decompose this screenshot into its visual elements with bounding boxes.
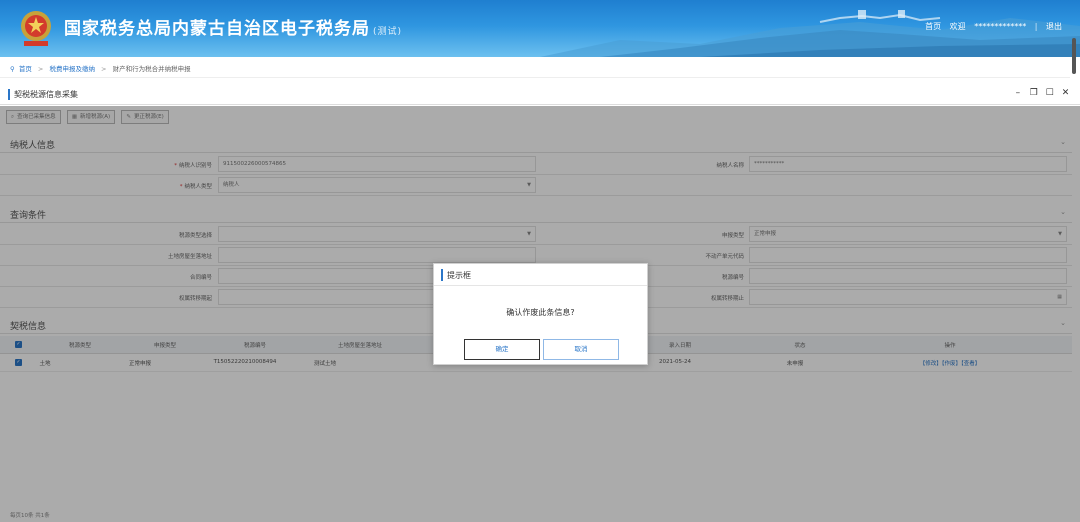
site-title-text: 国家税务总局内蒙古自治区电子税务局 [64, 19, 370, 39]
logout-link[interactable]: 退出 [1046, 22, 1062, 31]
welcome-text: 欢迎 [949, 22, 966, 31]
window-controls: – ❐ ☐ ✕ [1011, 88, 1072, 98]
breadcrumb-level1[interactable]: 税费申报及缴纳 [49, 65, 95, 73]
breadcrumb-level2: 财产和行为税合并纳税申报 [112, 65, 191, 73]
maximize-icon[interactable]: ☐ [1043, 88, 1056, 98]
breadcrumb-separator: > [37, 65, 44, 73]
dialog-message: 确认作废此条信息? [506, 308, 575, 317]
confirm-button[interactable]: 确定 [464, 339, 540, 360]
page-scrollbar[interactable] [1072, 38, 1076, 74]
dialog-header: 提示框 [434, 264, 647, 286]
breadcrumb-separator: > [101, 65, 107, 73]
link-separator: | [1034, 22, 1038, 31]
close-icon[interactable]: ✕ [1059, 88, 1072, 98]
panel-title: 契税税源信息采集 [14, 90, 78, 99]
minimize-icon[interactable]: – [1011, 88, 1024, 98]
home-link[interactable]: 首页 [925, 22, 941, 31]
confirm-dialog: 提示框 确认作废此条信息? 确定 取消 [433, 263, 648, 365]
top-links: 首页 欢迎 ************* | 退出 [919, 21, 1062, 32]
panel-title-bar: 契税税源信息采集 – ❐ ☐ ✕ [0, 85, 1080, 105]
site-title-suffix: (测试) [373, 27, 403, 37]
location-pin-icon: ⚲ [10, 65, 15, 73]
dialog-title: 提示框 [447, 271, 471, 280]
cancel-button[interactable]: 取消 [543, 339, 619, 360]
tax-emblem-logo [16, 8, 56, 48]
site-header: 国家税务总局内蒙古自治区电子税务局 (测试) 首页 欢迎 ************… [0, 0, 1080, 57]
breadcrumb-home[interactable]: 首页 [19, 65, 32, 73]
panel-accent-bar [8, 89, 10, 100]
app-root: 国家税务总局内蒙古自治区电子税务局 (测试) 首页 欢迎 ************… [0, 0, 1080, 522]
breadcrumb: ⚲ 首页 > 税费申报及缴纳 > 财产和行为税合并纳税申报 [0, 60, 1070, 78]
site-title: 国家税务总局内蒙古自治区电子税务局 (测试) [64, 14, 402, 39]
dialog-accent-bar [441, 269, 443, 281]
restore-icon[interactable]: ❐ [1027, 88, 1040, 98]
user-name: ************* [974, 22, 1027, 31]
